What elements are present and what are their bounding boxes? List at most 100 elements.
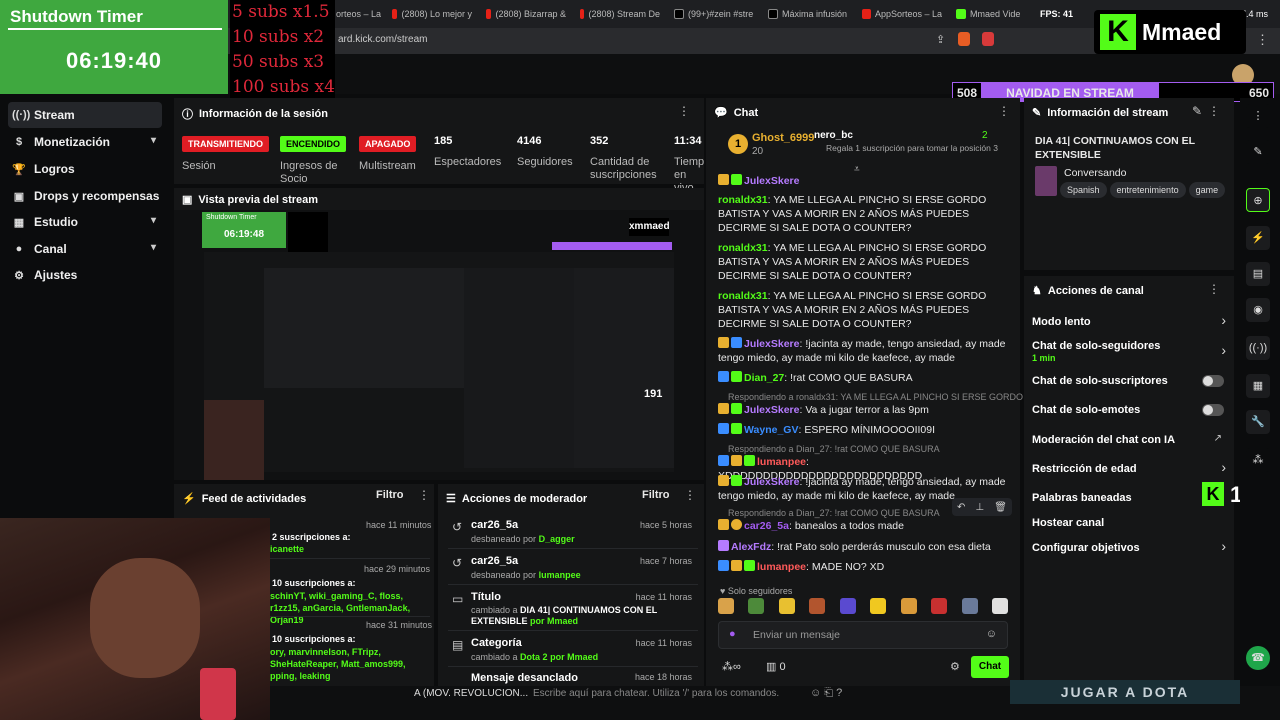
preview-icon: ▣ (182, 194, 193, 206)
sidebar-item-monetizacion[interactable]: $ Monetización ▾ (8, 129, 162, 155)
browser-tab[interactable]: (2808) Lo mejor y (392, 6, 472, 22)
users-icon[interactable]: ⁂∞ (722, 660, 741, 673)
sidebar-item-estudio[interactable]: ▦ Estudio ▾ (8, 209, 162, 235)
chat-message: Wayne_GV: ESPERO MÍNIMOOOOII09I (718, 423, 1014, 437)
sidebar-item-drops[interactable]: ▣ Drops y recompensas (8, 183, 162, 209)
send-chat-button[interactable]: Chat (971, 656, 1009, 678)
inner-logo: xmmaed (629, 218, 670, 236)
chat-message: JulexSkere (718, 174, 1014, 188)
delete-icon: 🗑 (994, 501, 1007, 513)
filter-button[interactable]: Filtro (642, 489, 670, 501)
chat-input[interactable]: ● Enviar un mensaje ☺ (718, 621, 1008, 649)
brave-shield-icon[interactable] (958, 32, 970, 46)
points-display[interactable]: ▥ 0 (766, 660, 786, 673)
microphone-icon (200, 668, 236, 720)
archive-icon[interactable]: ▦ (1246, 374, 1270, 398)
panel-title: ⚡ Feed de actividades (182, 492, 307, 506)
banned-words-setting[interactable]: Palabras baneadas (1032, 492, 1132, 504)
sidebar-item-logros[interactable]: 🏆 Logros (8, 156, 162, 182)
sidebar-item-ajustes[interactable]: ⚙ Ajustes (8, 262, 162, 288)
users-icon[interactable]: ⁂ (1246, 448, 1270, 472)
sidebar-item-canal[interactable]: ● Canal ▾ (8, 236, 162, 262)
chat-message: ronaldx31: YA ME LLEGA AL PINCHO SI ERSE… (718, 242, 987, 282)
subs-line: 50 subs x3 (232, 52, 325, 72)
edit-icon[interactable]: ✎ (1192, 104, 1202, 118)
more-icon[interactable]: ⋮ (998, 104, 1010, 118)
configure-goals-setting[interactable]: Configurar objetivos (1032, 542, 1140, 554)
ai-moderation-setting[interactable]: Moderación del chat con IA (1032, 434, 1175, 446)
stream-preview[interactable]: Shutdown Timer 06:19:48 xmmaed 191 (174, 210, 704, 480)
chat-message: Dian_27: !rat COMO QUE BASURA (718, 371, 1014, 385)
host-channel-setting[interactable]: Hostear canal (1032, 517, 1104, 529)
bolt-icon[interactable]: ⚡ (1246, 226, 1270, 250)
more-icon[interactable]: ⋮ (418, 488, 430, 502)
browser-tab[interactable]: (99+)#zein #stre (674, 6, 754, 22)
chat-icon: 💬 (714, 107, 728, 119)
target-icon[interactable]: ⊕ (1246, 188, 1270, 212)
chevron-right-icon: › (1221, 342, 1226, 358)
mic-icon: ● (729, 628, 736, 640)
age-restriction-setting[interactable]: Restricción de edad (1032, 463, 1137, 475)
bottom-icons[interactable]: ☺ ⎗ ? (810, 687, 842, 700)
top-gifter-name: Ghost_6999 (752, 132, 815, 144)
play-dota-button[interactable]: JUGAR A DOTA (1010, 680, 1240, 704)
channel-logo-overlay: K Mmaed (1094, 10, 1246, 54)
chevron-right-icon: › (1221, 459, 1226, 475)
url-field[interactable]: ard.kick.com/stream (338, 34, 427, 45)
channel-name: Mmaed (1142, 19, 1222, 45)
more-icon[interactable]: ⋮ (1208, 104, 1220, 118)
support-icon[interactable]: ☎ (1246, 646, 1270, 670)
more-icon[interactable]: ⋮ (684, 488, 696, 502)
followers-only-setting[interactable]: Chat de solo-seguidores (1032, 340, 1160, 352)
sidebar-item-stream[interactable]: ((·)) Stream (8, 102, 162, 128)
browser-tab[interactable]: Máxima infusión (768, 6, 852, 22)
subs-line: 10 subs x2 (232, 27, 325, 47)
chevron-down-icon: ▾ (150, 242, 156, 253)
list-icon: ☰ (446, 493, 456, 505)
chat-bubble-icon[interactable]: ◉ (1246, 298, 1270, 322)
filter-button[interactable]: Filtro (376, 489, 404, 501)
brave-rewards-icon[interactable] (982, 32, 994, 46)
browser-tab[interactable]: AppSorteos – La (862, 6, 942, 22)
browser-tab[interactable]: orteos – La (336, 6, 382, 22)
grid-icon: ▦ (13, 216, 25, 229)
browser-menu-icon[interactable]: ⋮ (1256, 32, 1269, 48)
more-icon[interactable]: ⋮ (1208, 282, 1220, 296)
bolt-icon: ⚡ (182, 493, 196, 505)
emote-icon (778, 598, 795, 614)
subs-multiplier-overlay: 5 subs x1.5 10 subs x2 50 subs x3 100 su… (230, 0, 335, 100)
browser-tab[interactable]: Mmaed Vide (956, 6, 1036, 22)
more-icon[interactable]: ⋮ (678, 104, 690, 118)
bottom-bar: A (MOV. REVOLUCION... Escribe aquí para … (270, 680, 1280, 720)
clipboard-icon[interactable]: ▤ (1246, 262, 1270, 286)
category-icon: ▤ (452, 638, 464, 652)
followers-only-label: ♥ Solo seguidores (720, 586, 793, 596)
session-info-panel: ⓘ Información de la sesión ⋮ TRANSMITIEND… (174, 98, 704, 194)
user-icon: ● (15, 243, 23, 255)
status-badge: TRANSMITIENDO (182, 136, 269, 152)
emote-icon (900, 598, 917, 614)
status-badge: APAGADO (359, 136, 417, 152)
broadcast-icon[interactable]: ((·)) (1246, 336, 1270, 360)
emotes-only-toggle[interactable] (1202, 404, 1224, 416)
stream-icon: ((·)) (12, 109, 31, 121)
chat-hint[interactable]: Escribe aquí para chatear. Utiliza '/' p… (533, 688, 779, 699)
chevron-right-icon: › (1221, 538, 1226, 554)
subs-only-toggle[interactable] (1202, 375, 1224, 387)
panel-title: ☰ Acciones de moderador (446, 492, 588, 506)
pencil-icon[interactable]: ✎ (1246, 140, 1270, 164)
browser-tab[interactable]: (2808) Stream De (580, 6, 660, 22)
chat-message: car26_5a: banealos a todos made (718, 519, 1014, 533)
share-icon[interactable]: ⇪ (936, 33, 945, 46)
browser-tab[interactable]: (2808) Bizarrap & (486, 6, 566, 22)
chat-settings-icon[interactable]: ⚙ (950, 660, 960, 673)
stream-title: DIA 41| CONTINUAMOS CON EL EXTENSIBLE (1035, 135, 1195, 161)
emote-icon (870, 598, 887, 614)
category-name: Conversando (1064, 167, 1127, 179)
message-actions[interactable]: ↶ ⊥ 🗑 (952, 498, 1012, 516)
streamer-face (90, 558, 200, 678)
emote-row[interactable] (718, 598, 1008, 616)
slow-mode-setting[interactable]: Modo lento (1032, 316, 1091, 328)
more-icon[interactable]: ⋮ (1246, 104, 1270, 128)
wrench-icon[interactable]: 🔧 (1246, 410, 1270, 434)
